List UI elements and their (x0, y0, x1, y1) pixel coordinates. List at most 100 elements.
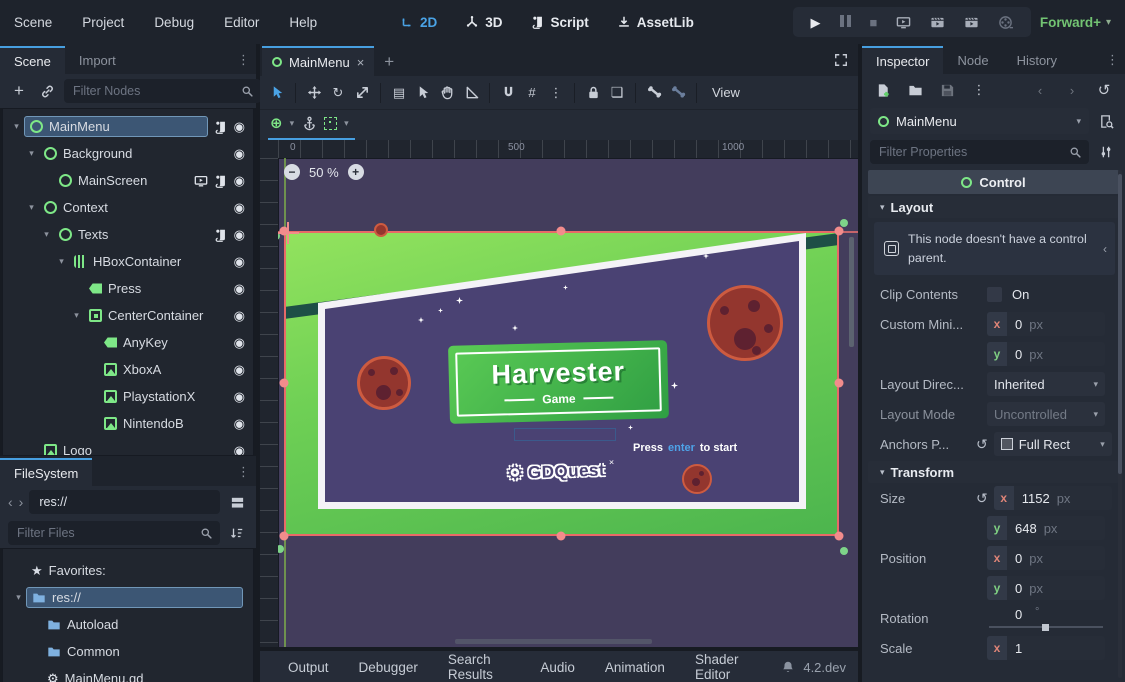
scene-node-centercontainer[interactable]: ▾CenterContainer◉ (3, 302, 253, 329)
resource-menu-icon[interactable]: ⋮ (968, 79, 990, 101)
bottom-panel-shader-editor[interactable]: Shader Editor (695, 652, 751, 682)
history-forward-icon[interactable]: › (1061, 79, 1083, 101)
group-tool-button[interactable]: ❏ (606, 82, 628, 104)
layout-direc--dropdown[interactable]: Inherited▾ (987, 372, 1105, 396)
visibility-toggle[interactable]: ◉ (234, 227, 245, 243)
size-x-field[interactable]: x1152px (994, 486, 1112, 510)
add-node-button[interactable]: + (8, 80, 30, 102)
selection-handle[interactable] (557, 532, 566, 541)
position-y-field[interactable]: y0px (987, 576, 1105, 600)
scene-tab-mainmenu[interactable]: MainMenu × (262, 46, 374, 76)
canvas-hscrollbar[interactable] (455, 639, 652, 644)
load-resource-icon[interactable] (904, 79, 926, 101)
bottom-panel-audio[interactable]: Audio (540, 660, 575, 675)
play-button[interactable]: ▶ (811, 16, 821, 29)
sort-files-button[interactable] (226, 522, 248, 544)
instance-scene-button[interactable] (36, 80, 58, 102)
pan-tool-button[interactable] (436, 82, 458, 104)
visibility-toggle[interactable]: ◉ (234, 254, 245, 270)
object-history-icon[interactable]: ↺ (1093, 79, 1115, 101)
scene-tab-scene[interactable]: Scene (0, 46, 65, 74)
visibility-toggle[interactable]: ◉ (234, 119, 245, 135)
canvas-vscrollbar[interactable] (849, 237, 854, 347)
scene-node-texts[interactable]: ▾Texts◉ (3, 221, 253, 248)
scene-node-logo[interactable]: Logo◉ (3, 437, 253, 456)
nav-back-button[interactable]: ‹ (8, 494, 13, 510)
checkbox[interactable] (987, 287, 1002, 302)
filter-files-input[interactable] (8, 521, 220, 545)
scene-node-nintendob[interactable]: NintendoB◉ (3, 410, 253, 437)
position-x-field[interactable]: x0px (987, 546, 1105, 570)
selection-handle[interactable] (557, 227, 566, 236)
snap-cursor-tool-button[interactable] (412, 82, 434, 104)
scene-node-mainmenu[interactable]: ▾MainMenu◉ (3, 113, 253, 140)
inspector-tab-history[interactable]: History (1003, 46, 1071, 74)
scene-dock-menu[interactable]: ⋮ (237, 52, 250, 68)
inspector-tab-inspector[interactable]: Inspector (862, 46, 943, 74)
new-resource-icon[interactable] (872, 79, 894, 101)
node-selector[interactable]: MainMenu ▾ (870, 108, 1089, 134)
lock-tool-button[interactable] (582, 82, 604, 104)
scene-node-hboxcontainer[interactable]: ▾HBoxContainer◉ (3, 248, 253, 275)
scene-node-anykey[interactable]: AnyKey◉ (3, 329, 253, 356)
workspace-2d[interactable]: 2D (400, 15, 437, 30)
menu-scene[interactable]: Scene (14, 15, 52, 30)
bottom-panel-animation[interactable]: Animation (605, 660, 665, 675)
movie-maker-button[interactable] (998, 15, 1013, 30)
fs-item-autoload[interactable]: Autoload (3, 611, 253, 638)
bottom-panel-search-results[interactable]: Search Results (448, 652, 511, 682)
workspace-assetlib[interactable]: AssetLib (617, 15, 694, 30)
visibility-toggle[interactable]: ◉ (234, 146, 245, 162)
2d-canvas[interactable]: 05001000 − 50 % + (260, 140, 858, 647)
filesystem-dock-menu[interactable]: ⋮ (237, 464, 250, 480)
list-select-tool-button[interactable]: ▤ (388, 82, 410, 104)
scene-node-mainscreen[interactable]: MainScreen◉ (3, 167, 253, 194)
menu-tool-button[interactable]: ⋮ (545, 82, 567, 104)
selection-handle[interactable] (835, 227, 844, 236)
scene-node-background[interactable]: ▾Background◉ (3, 140, 253, 167)
fs-item-common[interactable]: Common (3, 638, 253, 665)
layout-mode-dropdown[interactable]: Uncontrolled▾ (987, 402, 1105, 426)
zoom-level[interactable]: 50 % (309, 165, 339, 180)
remote-debug-button[interactable] (896, 15, 911, 30)
ruler-tool-button[interactable] (460, 82, 482, 104)
history-back-icon[interactable]: ‹ (1029, 79, 1051, 101)
chevron-down-icon[interactable]: ▾ (344, 118, 349, 129)
bottom-panel-output[interactable]: Output (288, 660, 329, 675)
section-layout[interactable]: ▾ Layout (868, 196, 1119, 218)
view-menu-button[interactable]: View (704, 85, 748, 100)
game-scene-preview[interactable]: Harvester Game Press enter to start (284, 231, 839, 536)
canvas-content[interactable]: − 50 % + (278, 158, 858, 647)
close-icon[interactable]: × (357, 55, 365, 70)
stop-button[interactable]: ■ (870, 16, 878, 29)
selection-handle[interactable] (835, 532, 844, 541)
play-scene-button[interactable] (930, 15, 945, 30)
anchors-p--dropdown[interactable]: Full Rect▾ (994, 432, 1112, 456)
menu-debug[interactable]: Debug (154, 15, 194, 30)
anchor-preset-icon[interactable]: ⊕ (270, 114, 283, 132)
select-tool-button[interactable] (266, 82, 288, 104)
visibility-toggle[interactable]: ◉ (234, 389, 245, 405)
open-docs-icon[interactable] (1095, 110, 1117, 132)
revert-icon[interactable]: ↺ (976, 490, 988, 507)
container-sizing-icon[interactable] (324, 117, 337, 130)
zoom-in-button[interactable]: + (348, 164, 364, 180)
visibility-toggle[interactable]: ◉ (234, 173, 245, 189)
size-y-field[interactable]: y648px (987, 516, 1105, 540)
scene-node-context[interactable]: ▾Context◉ (3, 194, 253, 221)
fs-item-res-[interactable]: ▾res:// (3, 584, 253, 611)
filter-properties-input[interactable] (870, 140, 1089, 164)
smart-snap-tool-button[interactable] (497, 82, 519, 104)
anchor-icon[interactable] (301, 112, 317, 134)
collapse-icon[interactable]: ‹ (1103, 242, 1107, 256)
renderer-selector[interactable]: Forward+ ▾ (1040, 15, 1111, 30)
zoom-out-button[interactable]: − (284, 164, 300, 180)
skeleton-options-tool-button[interactable] (667, 82, 689, 104)
scene-node-press[interactable]: Press◉ (3, 275, 253, 302)
selection-handle[interactable] (280, 379, 289, 388)
path-field[interactable] (29, 490, 220, 514)
inspector-tab-node[interactable]: Node (943, 46, 1002, 74)
split-view-button[interactable] (226, 491, 248, 513)
revert-icon[interactable]: ↺ (976, 436, 988, 453)
custom-mini--y-field[interactable]: y0px (987, 342, 1105, 366)
